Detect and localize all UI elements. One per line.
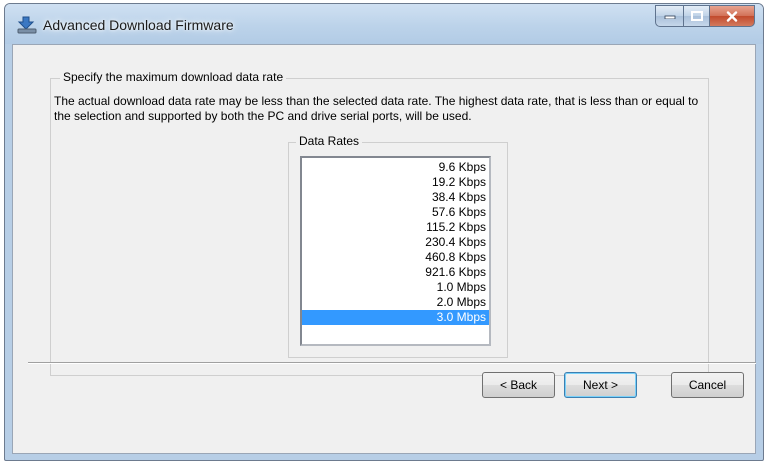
maximize-button[interactable]	[683, 5, 709, 27]
back-button[interactable]: < Back	[482, 372, 555, 398]
max-rate-group-legend: Specify the maximum download data rate	[60, 70, 287, 84]
cancel-button[interactable]: Cancel	[671, 372, 744, 398]
list-item-57-6-kbps[interactable]: 57.6 Kbps	[302, 205, 489, 220]
close-button[interactable]	[709, 5, 755, 27]
list-item-3-0-mbps-selected[interactable]: 3.0 Mbps	[302, 310, 489, 325]
list-item-230-4-kbps[interactable]: 230.4 Kbps	[302, 235, 489, 250]
rate-description: The actual download data rate may be les…	[54, 94, 699, 123]
dialog-window: Advanced Download Firmware Specify the m…	[4, 3, 764, 461]
list-item-921-6-kbps[interactable]: 921.6 Kbps	[302, 265, 489, 280]
list-item-2-0-mbps[interactable]: 2.0 Mbps	[302, 295, 489, 310]
title-bar[interactable]: Advanced Download Firmware	[5, 4, 763, 44]
data-rates-legend: Data Rates	[296, 134, 363, 148]
window-title: Advanced Download Firmware	[43, 17, 234, 33]
data-rates-listbox[interactable]: 9.6 Kbps 19.2 Kbps 38.4 Kbps 57.6 Kbps 1…	[300, 156, 491, 346]
list-item-1-0-mbps[interactable]: 1.0 Mbps	[302, 280, 489, 295]
list-item-38-4-kbps[interactable]: 38.4 Kbps	[302, 190, 489, 205]
close-icon	[726, 10, 738, 22]
list-item-19-2-kbps[interactable]: 19.2 Kbps	[302, 175, 489, 190]
window-controls	[655, 5, 755, 27]
dialog-client-area: Specify the maximum download data rate T…	[12, 44, 756, 454]
next-button[interactable]: Next >	[564, 372, 637, 398]
download-firmware-app-icon	[17, 16, 37, 34]
minimize-button[interactable]	[655, 5, 683, 27]
list-item-460-8-kbps[interactable]: 460.8 Kbps	[302, 250, 489, 265]
list-item-9-6-kbps[interactable]: 9.6 Kbps	[302, 160, 489, 175]
maximize-icon	[690, 11, 703, 21]
button-separator	[28, 362, 756, 364]
list-item-115-2-kbps[interactable]: 115.2 Kbps	[302, 220, 489, 235]
minimize-icon	[664, 15, 675, 19]
